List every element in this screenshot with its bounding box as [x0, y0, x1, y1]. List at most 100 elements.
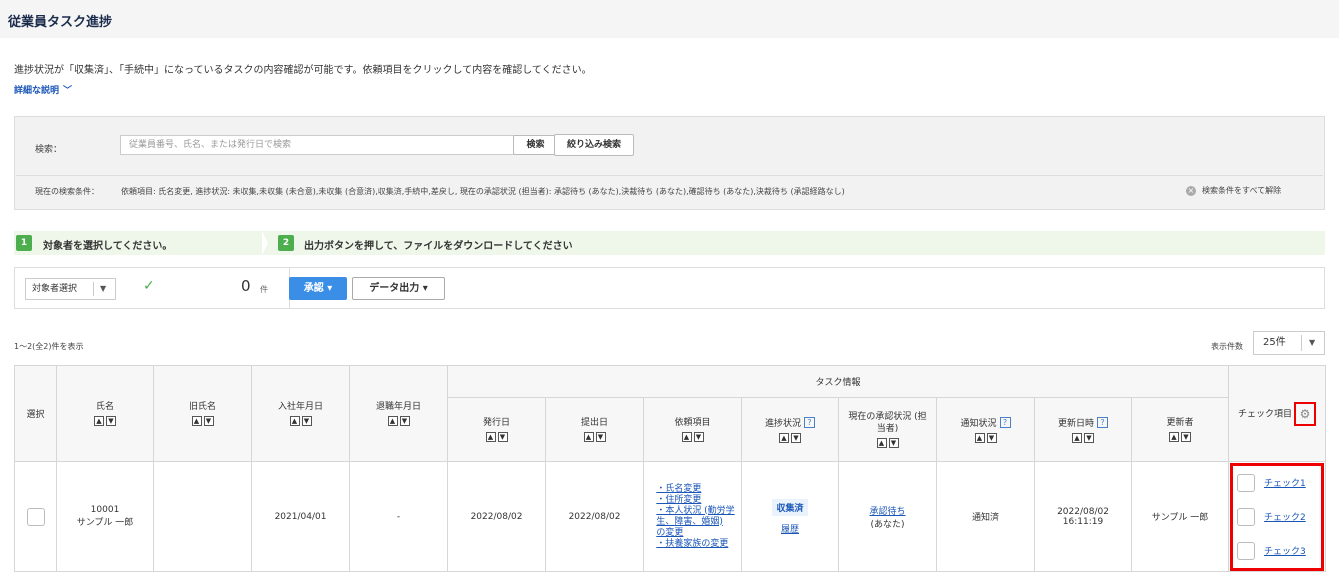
- help-icon[interactable]: ?: [804, 416, 815, 428]
- divider: [93, 282, 94, 296]
- sort-controls: ▲ ▼: [1169, 432, 1191, 442]
- sort-asc-icon[interactable]: ▲: [94, 416, 104, 426]
- sort-asc-icon[interactable]: ▲: [681, 432, 692, 442]
- search-condition-text: 依頼項目: 氏名変更, 進捗状況: 未収集,未収集 (未合意),未収集 (合意済…: [121, 187, 845, 196]
- header-notify-wrap: 通知状況?: [937, 416, 1034, 430]
- header-updated-by: 更新者 ▲ ▼: [1130, 397, 1230, 462]
- action-bar: 対象者選択 ▼ ✓ 0 件 承認 ▾ データ出力 ▾: [14, 267, 1325, 309]
- submit-date-cell: 2022/08/02: [545, 461, 644, 572]
- help-icon[interactable]: ?: [1097, 416, 1108, 428]
- sort-desc-icon[interactable]: ▼: [986, 432, 997, 443]
- clear-icon[interactable]: ×: [1186, 185, 1196, 196]
- updated-by-cell: サンプル 一郎: [1130, 461, 1230, 572]
- data-export-button[interactable]: データ出力 ▾: [352, 277, 445, 300]
- sort-controls: ▲ ▼: [191, 416, 214, 426]
- sort-asc-icon[interactable]: ▲: [485, 432, 496, 442]
- search-button[interactable]: 検索: [513, 135, 558, 155]
- history-link[interactable]: 履歴: [781, 525, 799, 535]
- sort-asc-icon[interactable]: ▲: [1072, 432, 1082, 443]
- approval-status-cell: 承認待ち (あなた): [838, 461, 937, 572]
- page-description: 進捗状況が「収集済」、「手続中」になっているタスクの内容確認が可能です。依頼項目…: [14, 65, 592, 76]
- issue-date-cell: 2022/08/02: [447, 461, 546, 572]
- detail-explanation-link[interactable]: 詳細な説明 ﹀: [14, 83, 72, 96]
- caret-down-icon[interactable]: ▼: [1309, 332, 1315, 354]
- sort-desc-icon[interactable]: ▼: [791, 432, 801, 443]
- header-old-name: 旧氏名 ▲ ▼: [153, 365, 252, 462]
- sort-controls: ▲ ▼: [1072, 432, 1094, 443]
- target-select-label[interactable]: 対象者選択: [32, 284, 77, 294]
- sort-controls: ▲ ▼: [94, 416, 116, 426]
- sort-asc-icon[interactable]: ▲: [583, 432, 594, 442]
- row-select-checkbox[interactable]: [26, 507, 45, 526]
- header-submit-date: 提出日 ▲ ▼: [545, 397, 644, 462]
- updated-at-cell: 2022/08/02 16:11:19: [1034, 461, 1132, 572]
- per-page-select[interactable]: 25件 ▼: [1253, 331, 1325, 355]
- sort-desc-icon[interactable]: ▼: [497, 432, 508, 442]
- request-item-link[interactable]: ・住所変更: [656, 495, 734, 506]
- sort-asc-icon[interactable]: ▲: [387, 416, 398, 426]
- gear-icon[interactable]: ⚙: [1294, 401, 1317, 426]
- approve-button-label[interactable]: 承認: [304, 283, 324, 294]
- old-name-cell: [153, 461, 252, 572]
- target-select-dropdown[interactable]: 対象者選択 ▼: [25, 278, 116, 300]
- header-check-items-label: チェック項目: [1238, 409, 1293, 419]
- name-cell: 10001 サンプル 一郎: [56, 461, 154, 572]
- request-item-link[interactable]: ・扶養家族の変更: [656, 539, 734, 550]
- divider: [1301, 335, 1302, 351]
- header-progress: 進捗状況? ▲ ▼: [741, 397, 839, 462]
- search-panel: 検索： 検索 絞り込み検索 現在の検索条件： 依頼項目: 氏名変更, 進捗状況:…: [14, 116, 1325, 210]
- per-page-label: 表示件数: [1211, 342, 1243, 351]
- step-1-badge: 1: [16, 235, 32, 251]
- request-item-link[interactable]: 生、障害、婚姻): [656, 517, 734, 528]
- sort-desc-icon[interactable]: ▼: [106, 416, 116, 426]
- updated-date: 2022/08/02: [1057, 506, 1109, 517]
- caret-down-icon[interactable]: ▾: [423, 283, 428, 294]
- sort-controls: ▲ ▼: [289, 416, 312, 426]
- request-item-link[interactable]: ・氏名変更: [656, 484, 734, 495]
- header-check-items: チェック項目 ⚙: [1228, 365, 1327, 462]
- sort-desc-icon[interactable]: ▼: [1181, 432, 1191, 442]
- sort-asc-icon[interactable]: ▲: [289, 416, 300, 426]
- header-old-name-label: 旧氏名: [188, 402, 216, 412]
- header-select-label: 選択: [26, 410, 45, 420]
- header-updated-wrap: 更新日時?: [1035, 416, 1131, 430]
- progress-cell: 収集済 履歴: [741, 461, 839, 572]
- sort-desc-icon[interactable]: ▼: [399, 416, 410, 426]
- chevron-down-icon[interactable]: ﹀: [63, 83, 72, 96]
- caret-down-icon[interactable]: ▼: [100, 279, 106, 299]
- sort-desc-icon[interactable]: ▼: [203, 416, 214, 426]
- help-icon[interactable]: ?: [999, 416, 1011, 428]
- detail-link-label[interactable]: 詳細な説明: [14, 86, 59, 96]
- sort-desc-icon[interactable]: ▼: [595, 432, 606, 442]
- sort-asc-icon[interactable]: ▲: [974, 432, 985, 443]
- sort-controls: ▲ ▼: [485, 432, 508, 442]
- sort-asc-icon[interactable]: ▲: [876, 438, 887, 448]
- header-request-items: 依頼項目 ▲ ▼: [643, 397, 742, 462]
- sort-desc-icon[interactable]: ▼: [888, 438, 899, 448]
- search-input[interactable]: [120, 135, 515, 155]
- per-page-value[interactable]: 25件: [1263, 337, 1286, 348]
- sort-desc-icon[interactable]: ▼: [1084, 432, 1094, 443]
- table-row: 10001 サンプル 一郎 2021/04/01 - 2022/08/02 202…: [14, 461, 1327, 572]
- header-select: 選択: [14, 365, 57, 462]
- approve-button[interactable]: 承認 ▾: [289, 277, 347, 300]
- sort-asc-icon[interactable]: ▲: [191, 416, 202, 426]
- progress-status-badge: 収集済: [772, 498, 808, 516]
- sort-asc-icon[interactable]: ▲: [1169, 432, 1179, 442]
- filter-search-button[interactable]: 絞り込み検索: [554, 134, 634, 156]
- page-title: 従業員タスク進捗: [8, 15, 113, 30]
- request-item-link[interactable]: の変更: [656, 528, 734, 539]
- sort-desc-icon[interactable]: ▼: [693, 432, 704, 442]
- data-export-label[interactable]: データ出力: [369, 283, 419, 294]
- sort-asc-icon[interactable]: ▲: [779, 432, 789, 443]
- approval-status-link[interactable]: 承認待ち: [869, 507, 905, 517]
- step-bar: 1 対象者を選択してください。 2 出力ボタンを押して、ファイルをダウンロードし…: [14, 231, 1325, 255]
- header-hire-date: 入社年月日 ▲ ▼: [251, 365, 350, 462]
- request-item-link[interactable]: ・本人状況 (勤労学: [656, 506, 734, 517]
- sort-desc-icon[interactable]: ▼: [301, 416, 312, 426]
- caret-down-icon[interactable]: ▾: [327, 283, 332, 294]
- approval-assignee: (あなた): [870, 519, 905, 530]
- header-request-items-label: 依頼項目: [674, 418, 711, 428]
- clear-all-conditions-button[interactable]: × 検索条件をすべて解除: [1186, 185, 1281, 196]
- clear-all-label[interactable]: 検索条件をすべて解除: [1202, 186, 1281, 195]
